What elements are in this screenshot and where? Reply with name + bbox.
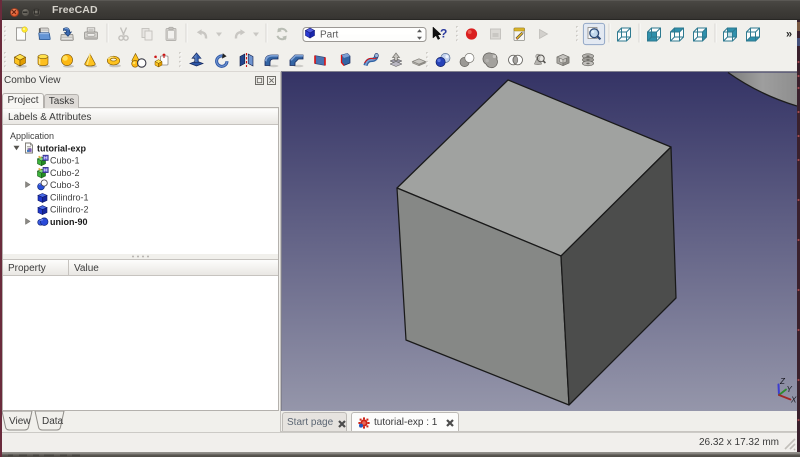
svg-text:Cilindro-2: Cilindro-2 [50,205,89,215]
svg-text:Cilindro-1: Cilindro-1 [50,192,89,202]
svg-text:View: View [9,416,31,427]
svg-text:union-90: union-90 [50,217,88,227]
svg-text:?: ? [440,27,447,41]
svg-text:X: X [790,396,797,405]
svg-text:Part: Part [320,30,339,41]
svg-text:Cubo-2: Cubo-2 [50,168,80,178]
svg-text:Application: Application [10,131,54,141]
svg-text:Cubo-3: Cubo-3 [50,180,80,190]
svg-text:Cubo-1: Cubo-1 [50,156,80,166]
svg-text:Data: Data [42,416,64,427]
svg-text:»: » [786,29,792,41]
svg-text:Y: Y [787,385,793,394]
svg-text:tutorial-exp: tutorial-exp [37,143,87,153]
